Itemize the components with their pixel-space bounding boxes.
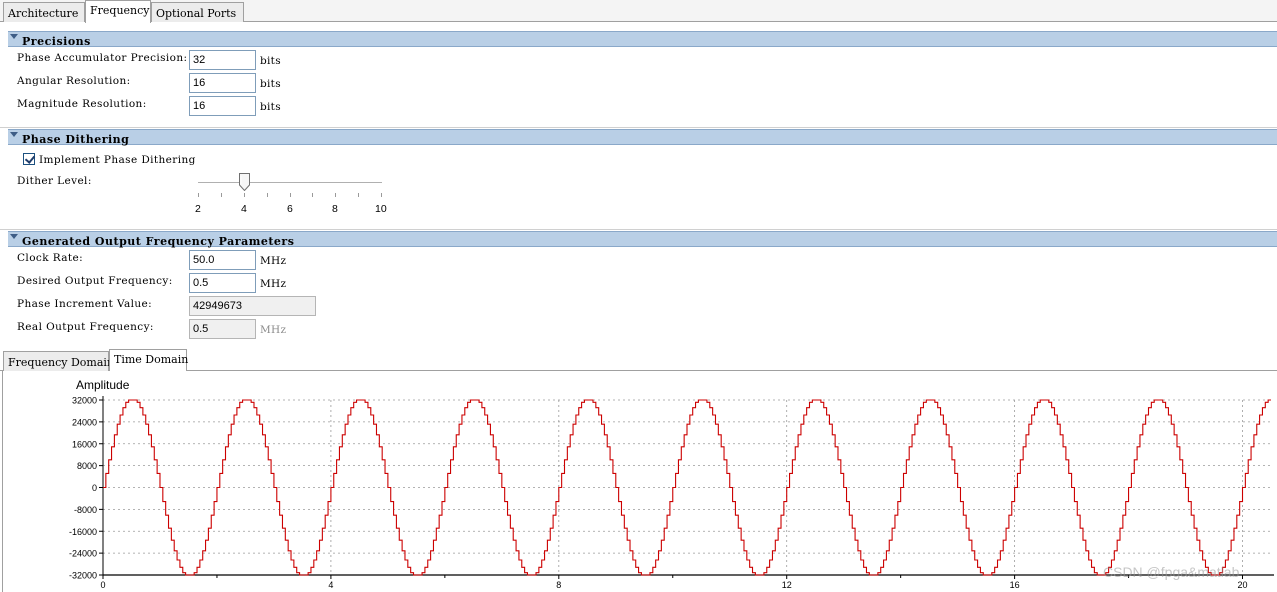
divider [0,229,1277,230]
dither-slider-track[interactable] [198,182,382,184]
collapse-triangle-icon[interactable] [10,234,18,239]
phase-accumulator-label: Phase Accumulator Precision: [17,52,188,64]
mhz-unit: MHz [260,324,287,336]
slider-tick [290,193,291,197]
tab-architecture[interactable]: Architecture [3,2,85,22]
bits-unit: bits [260,101,281,113]
y-tick-label: 32000 [72,396,97,406]
tab-frequency[interactable]: Frequency [85,0,151,23]
tab-frequency-domain[interactable]: Frequency Domain [3,351,114,371]
clock-rate-label: Clock Rate: [17,252,84,264]
phase-increment-label: Phase Increment Value: [17,298,153,310]
x-tick-label: 20 [1238,580,1248,590]
y-tick-label: 16000 [72,439,97,449]
magnitude-resolution-input[interactable]: 16 [189,96,256,116]
x-tick-label: 12 [782,580,792,590]
desired-frequency-input[interactable]: 0.5 [189,273,256,293]
slider-tick [381,193,382,197]
collapse-triangle-icon[interactable] [10,34,18,39]
dither-level-label: Dither Level: [17,175,92,187]
y-tick-label: -16000 [69,527,97,537]
precisions-section-header[interactable]: Precisions [8,31,1277,48]
phase-accumulator-input[interactable]: 32 [189,50,256,70]
tab-optional-ports[interactable]: Optional Ports [151,2,244,22]
slider-tick [335,193,336,197]
output-section-header[interactable]: Generated Output Frequency Parameters [8,231,1277,248]
tab-time-domain[interactable]: Time Domain [109,349,188,372]
y-tick-label: 0 [92,483,97,493]
watermark: CSDN @fpga&matlab [1103,564,1240,580]
real-frequency-label: Real Output Frequency: [17,321,154,333]
bits-unit: bits [260,55,281,67]
slider-tick [244,193,245,197]
mhz-unit: MHz [260,278,287,290]
angular-resolution-input[interactable]: 16 [189,73,256,93]
divider [0,127,1277,128]
magnitude-resolution-label: Magnitude Resolution: [17,98,147,110]
slider-tick [198,193,199,197]
clock-rate-input[interactable]: 50.0 [189,250,256,270]
time-domain-chart: Amplitude 32000 24000 16000 8000 0 -8000 -16000… [69,378,1274,590]
slider-tick-label: 8 [332,203,338,215]
real-frequency-value: 0.5 [189,319,256,339]
y-tick-label: -8000 [74,505,97,515]
slider-tick-label: 4 [241,203,247,215]
section-title: Precisions [22,35,91,48]
slider-tick-label: 10 [375,203,387,215]
slider-tick-label: 2 [195,203,201,215]
x-tick-label: 4 [328,580,333,590]
slider-tick [358,193,359,197]
y-tick-label: 8000 [77,461,97,471]
dither-slider-thumb[interactable] [239,173,250,191]
implement-dithering-label: Implement Phase Dithering [39,154,196,166]
phase-increment-value: 42949673 [189,296,316,316]
slider-tick-label: 6 [287,203,293,215]
dithering-section-header[interactable]: Phase Dithering [8,129,1277,146]
section-title: Generated Output Frequency Parameters [22,235,295,248]
slider-tick [221,193,222,197]
y-tick-label: -24000 [69,549,97,559]
angular-resolution-label: Angular Resolution: [17,75,131,87]
time-domain-plot: Amplitude 32000 24000 16000 8000 0 -8000 -16000… [2,371,1277,592]
y-tick-label: -32000 [69,571,97,581]
collapse-triangle-icon[interactable] [10,132,18,137]
y-axis-label: Amplitude [76,378,130,392]
section-title: Phase Dithering [22,133,130,146]
plot-tabbar: Frequency Domain Time Domain [0,349,1277,372]
mhz-unit: MHz [260,255,287,267]
x-tick-label: 16 [1010,580,1020,590]
desired-frequency-label: Desired Output Frequency: [17,275,173,287]
x-tick-label: 8 [556,580,561,590]
slider-tick [267,193,268,197]
implement-dithering-checkbox[interactable] [23,153,35,165]
bits-unit: bits [260,78,281,90]
slider-tick [312,193,313,197]
main-tabbar: Architecture Frequency Optional Ports [0,0,1277,23]
x-tick-label: 0 [100,580,105,590]
y-tick-label: 24000 [72,417,97,427]
